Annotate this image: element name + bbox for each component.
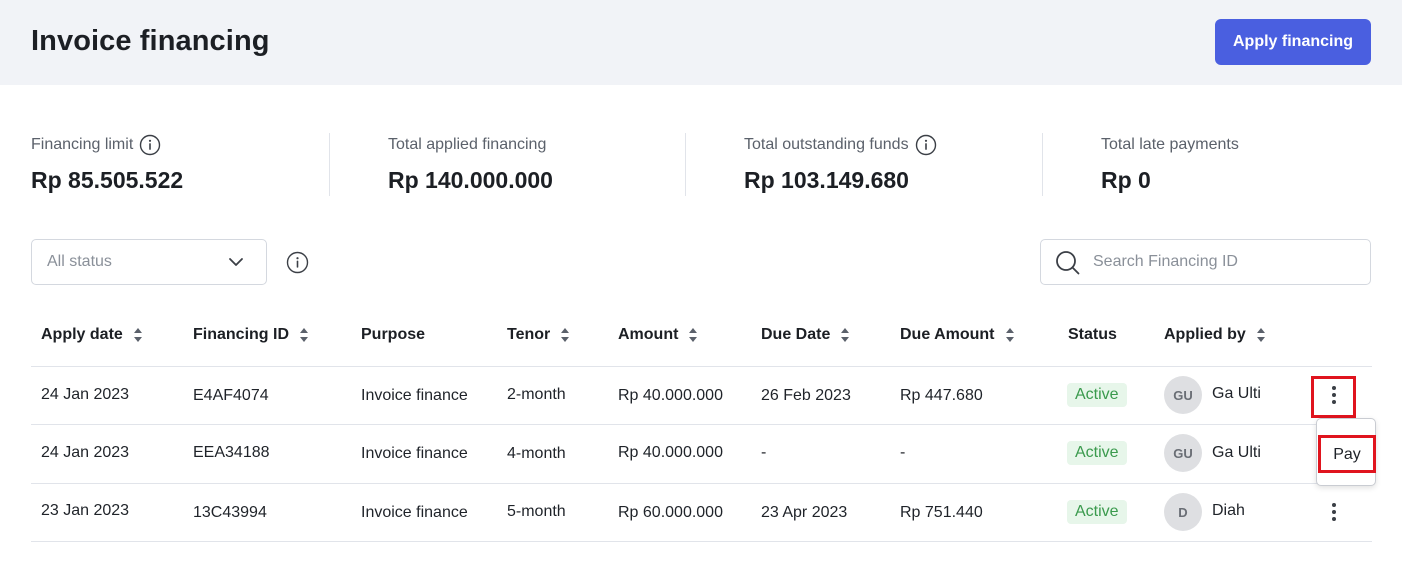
cell-amount: Rp 60.000.000: [618, 504, 723, 521]
column-header-label: Applied by: [1164, 326, 1246, 343]
cell-purpose: Invoice finance: [361, 387, 468, 404]
column-header-label: Purpose: [361, 326, 426, 343]
column-header-label: Due Date: [761, 326, 831, 343]
column-header-label: Apply date: [41, 326, 123, 343]
cell-financing-id: E4AF4074: [193, 387, 269, 404]
stat-label: Total late payments: [1101, 136, 1239, 153]
cell-due-date: 23 Apr 2023: [761, 504, 848, 521]
cell-applied-by: Diah: [1212, 502, 1245, 519]
cell-amount: Rp 40.000.000: [618, 387, 723, 404]
status-filter-value: All status: [47, 253, 112, 270]
cell-purpose: Invoice finance: [361, 504, 468, 521]
cell-financing-id: EEA34188: [193, 444, 270, 461]
chevron-down-icon: [229, 258, 243, 266]
search-input[interactable]: [1093, 248, 1358, 276]
table-row: 24 Jan 2023 EEA34188 Invoice finance 4-m…: [31, 425, 1372, 483]
stat-label: Total applied financing: [388, 136, 547, 153]
cell-purpose: Invoice finance: [361, 445, 468, 462]
cell-due-amount: Rp 751.440: [900, 504, 983, 521]
highlight-box: [1311, 376, 1356, 418]
sort-icon: [133, 328, 142, 342]
status-filter-dropdown[interactable]: All status: [31, 239, 267, 285]
stat-total-outstanding: Total outstanding funds Rp 103.149.680: [744, 133, 937, 197]
info-icon[interactable]: [915, 134, 937, 156]
status-badge: Active: [1067, 441, 1127, 465]
cell-amount: Rp 40.000.000: [618, 444, 723, 461]
column-header-purpose: Purpose: [361, 326, 425, 344]
cell-tenor: 2-month: [507, 386, 566, 403]
cell-apply-date: 24 Jan 2023: [41, 444, 130, 461]
cell-due-amount: -: [900, 444, 906, 461]
stat-divider: [685, 133, 686, 196]
highlight-box: [1318, 435, 1376, 473]
row-actions-more-icon[interactable]: [1324, 499, 1344, 525]
stat-value: Rp 0: [1101, 167, 1151, 193]
cell-applied-by: Ga Ulti: [1212, 385, 1261, 402]
stat-value: Rp 140.000.000: [388, 167, 553, 193]
column-header-label: Amount: [618, 326, 679, 343]
cell-due-date: 26 Feb 2023: [761, 387, 851, 404]
table-row: 23 Jan 2023 13C43994 Invoice finance 5-m…: [31, 484, 1372, 542]
summary-stats: Financing limit Rp 85.505.522 Total appl…: [31, 133, 1371, 197]
stat-financing-limit: Financing limit Rp 85.505.522: [31, 133, 183, 197]
cell-applied-by: Ga Ulti: [1212, 444, 1261, 461]
column-header-amount[interactable]: Amount: [618, 326, 698, 344]
cell-due-date: -: [761, 444, 767, 461]
column-header-label: Tenor: [507, 326, 551, 343]
sort-icon: [841, 328, 850, 342]
column-header-label: Financing ID: [193, 326, 289, 343]
info-icon[interactable]: [286, 251, 309, 274]
search-icon: [1056, 251, 1080, 275]
table-divider: [31, 541, 1372, 542]
column-header-tenor[interactable]: Tenor: [507, 326, 570, 344]
table-row: 24 Jan 2023 E4AF4074 Invoice finance 2-m…: [31, 367, 1372, 425]
sort-icon: [1256, 328, 1265, 342]
sort-icon: [1005, 328, 1014, 342]
stat-divider: [1042, 133, 1043, 196]
stat-value: Rp 103.149.680: [744, 167, 909, 193]
cell-tenor: 4-month: [507, 445, 566, 462]
avatar: GU: [1164, 376, 1202, 414]
cell-apply-date: 24 Jan 2023: [41, 386, 130, 403]
status-badge: Active: [1067, 500, 1127, 524]
page-header: Invoice financing Apply financing: [0, 0, 1402, 85]
avatar: GU: [1164, 434, 1202, 472]
column-header-status: Status: [1068, 326, 1117, 344]
avatar: D: [1164, 493, 1202, 531]
column-header-label: Status: [1068, 326, 1117, 343]
stat-total-applied: Total applied financing Rp 140.000.000: [388, 133, 553, 197]
sort-icon: [561, 328, 570, 342]
stat-value: Rp 85.505.522: [31, 167, 184, 193]
info-icon[interactable]: [139, 134, 161, 156]
cell-apply-date: 23 Jan 2023: [41, 502, 130, 519]
column-header-apply-date[interactable]: Apply date: [41, 326, 143, 344]
sort-icon: [689, 328, 698, 342]
stat-label: Financing limit: [31, 136, 134, 153]
stat-divider: [329, 133, 330, 196]
stat-label: Total outstanding funds: [744, 136, 909, 153]
apply-financing-button[interactable]: Apply financing: [1215, 19, 1371, 65]
column-header-applied-by[interactable]: Applied by: [1164, 326, 1266, 344]
cell-financing-id: 13C43994: [193, 504, 267, 521]
page-title: Invoice financing: [31, 25, 270, 57]
column-header-financing-id[interactable]: Financing ID: [193, 326, 309, 344]
cell-tenor: 5-month: [507, 503, 566, 520]
sort-icon: [300, 328, 308, 342]
status-badge: Active: [1067, 383, 1127, 407]
column-header-due-date[interactable]: Due Date: [761, 326, 850, 344]
column-header-due-amount[interactable]: Due Amount: [900, 326, 1015, 344]
cell-due-amount: Rp 447.680: [900, 387, 983, 404]
stat-total-late: Total late payments Rp 0: [1101, 133, 1239, 197]
column-header-label: Due Amount: [900, 326, 995, 343]
search-box[interactable]: [1040, 239, 1371, 285]
